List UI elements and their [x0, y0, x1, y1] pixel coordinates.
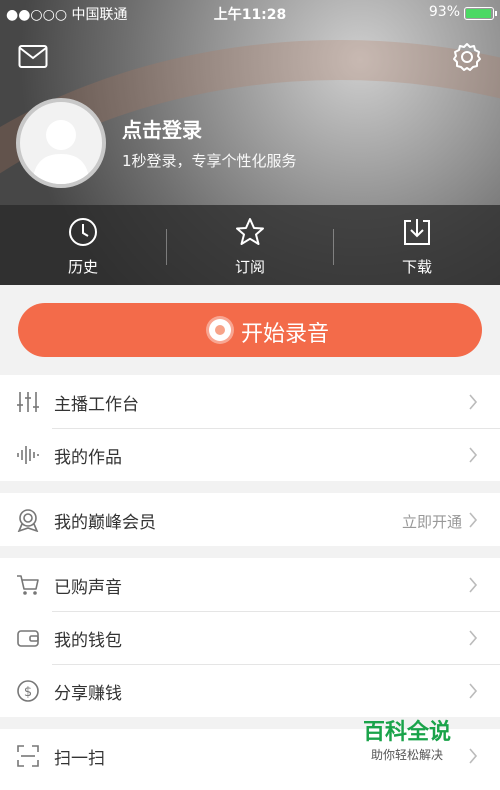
watermark-subtitle: 助你轻松解决 — [370, 748, 443, 762]
menu-label: 已购声音 — [54, 578, 122, 598]
clock-icon — [69, 218, 97, 246]
download-button[interactable]: 下载 — [334, 205, 500, 285]
menu-item-anchor-workbench[interactable]: 主播工作台 — [0, 375, 500, 428]
start-recording-label: 开始录音 — [241, 322, 330, 347]
chevron-right-icon — [469, 512, 478, 528]
subscribe-label: 订阅 — [234, 258, 265, 276]
subscribe-button[interactable]: 订阅 — [167, 205, 333, 285]
menu-group-vip: 我的巅峰会员 立即开通 — [0, 493, 500, 546]
star-icon — [236, 218, 264, 245]
profile-header: ●●○○○ 中国联通 上午11:28 93% 点击登录 1秒登录，专享个性化服务… — [0, 0, 500, 285]
menu-item-vip[interactable]: 我的巅峰会员 立即开通 — [0, 493, 500, 546]
medal-icon — [17, 509, 39, 532]
menu-label: 我的作品 — [54, 448, 122, 468]
status-bar: ●●○○○ 中国联通 上午11:28 93% — [0, 0, 500, 26]
mail-icon[interactable] — [18, 44, 48, 70]
menu-label: 我的钱包 — [54, 631, 122, 651]
login-subtitle: 1秒登录，专享个性化服务 — [122, 152, 297, 170]
menu-label: 主播工作台 — [54, 395, 139, 415]
vip-open-link[interactable]: 立即开通 — [402, 511, 462, 532]
login-title[interactable]: 点击登录 — [122, 114, 202, 143]
avatar[interactable] — [16, 98, 106, 188]
menu-item-wallet[interactable]: 我的钱包 — [0, 611, 500, 664]
status-time: 上午11:28 — [213, 7, 287, 23]
quick-actions-bar: 历史 订阅 下载 — [0, 205, 500, 285]
menu-group-account: 已购声音 我的钱包 $ 分享赚钱 — [0, 558, 500, 717]
download-label: 下载 — [401, 258, 432, 276]
dollar-coin-icon: $ — [17, 680, 39, 702]
chevron-right-icon — [469, 630, 478, 646]
waveform-icon — [17, 446, 39, 464]
chevron-right-icon — [469, 748, 478, 764]
menu-item-share-earn[interactable]: $ 分享赚钱 — [0, 664, 500, 717]
chevron-right-icon — [469, 394, 478, 410]
cart-icon — [17, 575, 39, 595]
chevron-right-icon — [469, 683, 478, 699]
record-icon — [209, 319, 231, 341]
battery-percent: 93% — [428, 4, 460, 20]
menu-item-purchased[interactable]: 已购声音 — [0, 558, 500, 611]
chevron-right-icon — [469, 577, 478, 593]
watermark: 百科全说 助你轻松解决 — [352, 714, 462, 762]
wallet-icon — [17, 630, 39, 647]
history-button[interactable]: 历史 — [0, 205, 166, 285]
svg-text:$: $ — [24, 685, 32, 700]
watermark-title: 百科全说 — [362, 720, 451, 745]
gear-icon[interactable] — [452, 42, 482, 72]
history-label: 历史 — [67, 258, 98, 276]
start-recording-button[interactable]: 开始录音 — [18, 303, 482, 357]
menu-label: 分享赚钱 — [54, 684, 122, 704]
sliders-icon — [17, 392, 39, 412]
menu-label: 扫一扫 — [54, 749, 105, 769]
scan-icon — [17, 745, 39, 767]
menu-group-creator: 主播工作台 我的作品 — [0, 375, 500, 481]
download-icon — [404, 219, 430, 245]
battery-icon — [464, 7, 497, 20]
menu-item-my-works[interactable]: 我的作品 — [0, 428, 500, 481]
chevron-right-icon — [469, 447, 478, 463]
menu-label: 我的巅峰会员 — [54, 513, 156, 533]
